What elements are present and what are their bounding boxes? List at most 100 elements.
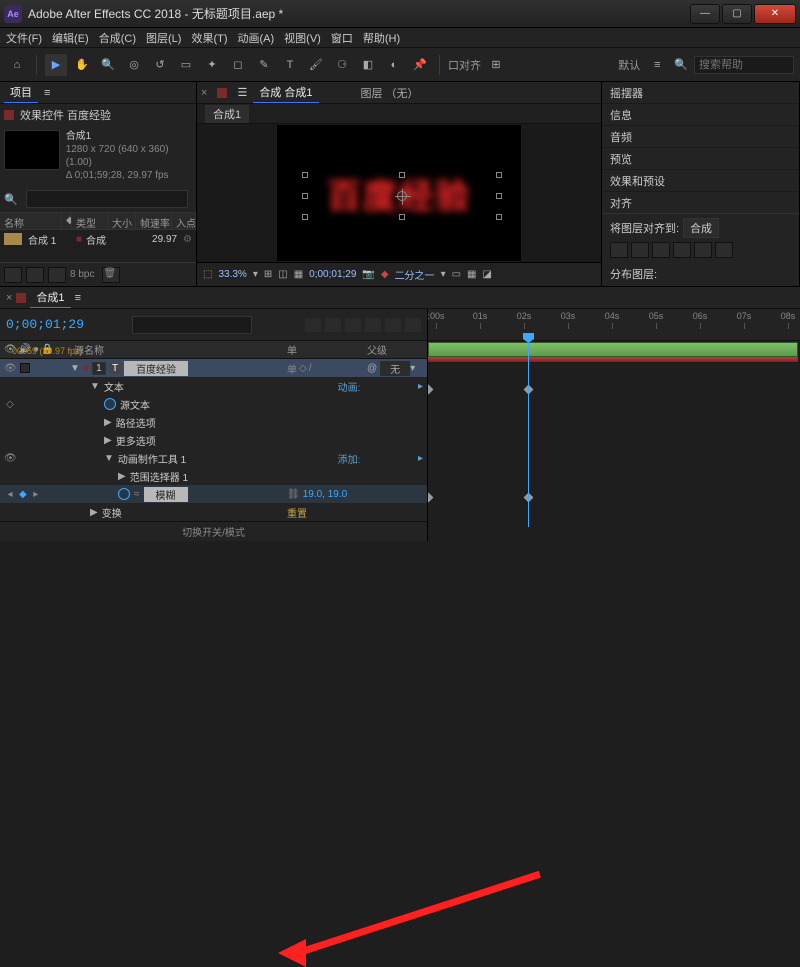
- col-type[interactable]: 类型: [72, 213, 108, 229]
- workspace-label[interactable]: 默认: [618, 57, 640, 73]
- tl-opt-icon[interactable]: [385, 318, 401, 332]
- delete-button[interactable]: 🗑: [102, 267, 120, 283]
- transparency-icon[interactable]: ▦: [467, 269, 476, 280]
- align-top-icon[interactable]: [673, 242, 691, 258]
- animate-button[interactable]: 动画:: [338, 379, 361, 394]
- col-size[interactable]: 大小: [108, 213, 136, 229]
- project-search-input[interactable]: [26, 190, 188, 208]
- puppet-tool-icon[interactable]: 📌: [409, 54, 431, 76]
- settings-icon[interactable]: ⚙: [183, 234, 192, 245]
- solo-toggle[interactable]: [20, 363, 30, 373]
- menu-composition[interactable]: 合成(C): [99, 30, 136, 46]
- parent-dropdown[interactable]: 无: [380, 361, 410, 376]
- hand-tool-icon[interactable]: ✋: [71, 54, 93, 76]
- eye-toggle[interactable]: 👁: [4, 363, 17, 374]
- brush-tool-icon[interactable]: 🖌: [305, 54, 327, 76]
- viewer[interactable]: 百度经验: [197, 124, 601, 262]
- canvas[interactable]: 百度经验: [277, 125, 521, 261]
- link-icon[interactable]: ⛓: [287, 489, 300, 500]
- tab-layer[interactable]: 图层 （无）: [355, 83, 425, 103]
- align-vcenter-icon[interactable]: [694, 242, 712, 258]
- bounding-box[interactable]: [305, 175, 499, 217]
- align-hcenter-icon[interactable]: [631, 242, 649, 258]
- layer-bar-audio[interactable]: [428, 357, 798, 362]
- twirl-icon[interactable]: ▶: [104, 435, 112, 446]
- handle-icon[interactable]: [302, 172, 308, 178]
- align-bottom-icon[interactable]: [715, 242, 733, 258]
- snap-label[interactable]: 口对齐: [448, 57, 481, 73]
- playhead[interactable]: [528, 341, 529, 527]
- 3d-icon[interactable]: ◪: [483, 269, 492, 280]
- grid-icon[interactable]: ▦: [294, 269, 303, 280]
- twirl-icon[interactable]: ▼: [104, 453, 114, 464]
- handle-icon[interactable]: [399, 214, 405, 220]
- res-icon[interactable]: ⊞: [264, 269, 272, 280]
- panel-menu-icon[interactable]: ≡: [75, 292, 81, 304]
- kf-next-icon[interactable]: ▸: [30, 489, 42, 500]
- time-ruler[interactable]: :00s01s02s03s04s05s06s07s08s: [428, 309, 800, 341]
- col-label[interactable]: ◆: [62, 213, 72, 229]
- handle-icon[interactable]: [399, 172, 405, 178]
- keyframe-icon[interactable]: [428, 493, 433, 503]
- tl-opt-icon[interactable]: [325, 318, 341, 332]
- menu-window[interactable]: 窗口: [331, 30, 353, 46]
- nav-icon[interactable]: ×: [201, 87, 207, 99]
- close-button[interactable]: ✕: [754, 4, 796, 24]
- reset-button[interactable]: 重置: [287, 505, 307, 520]
- col-rate[interactable]: 帧速率: [136, 213, 172, 229]
- rotate-tool-icon[interactable]: ↺: [149, 54, 171, 76]
- text-tool-icon[interactable]: T: [279, 54, 301, 76]
- close-tab-icon[interactable]: ×: [6, 292, 12, 304]
- panel-effects[interactable]: 效果和预设: [602, 170, 799, 192]
- tab-composition[interactable]: 合成 合成1: [253, 82, 318, 103]
- help-search-input[interactable]: [694, 56, 794, 74]
- tl-opt-icon[interactable]: [345, 318, 361, 332]
- layer-row[interactable]: 👁 ▼ ■ 1 T 百度经验 单◇/ @ 无 ▾: [0, 359, 427, 377]
- timecode-display[interactable]: 0;00;01;29: [6, 317, 84, 332]
- stamp-tool-icon[interactable]: ⚆: [331, 54, 353, 76]
- anchor-tool-icon[interactable]: ✦: [201, 54, 223, 76]
- pen-tool-icon[interactable]: ✎: [253, 54, 275, 76]
- twirl-icon[interactable]: ▶: [104, 417, 112, 428]
- handle-icon[interactable]: [496, 172, 502, 178]
- add-button[interactable]: 添加:: [338, 451, 361, 466]
- stopwatch-icon[interactable]: [118, 488, 130, 500]
- time-display[interactable]: 0;00;01;29: [309, 269, 356, 280]
- channels-icon[interactable]: ◫: [278, 269, 287, 280]
- new-comp-button[interactable]: [48, 267, 66, 283]
- handle-icon[interactable]: [302, 214, 308, 220]
- menu-view[interactable]: 视图(V): [284, 30, 321, 46]
- zoom-tool-icon[interactable]: 🔍: [97, 54, 119, 76]
- new-folder-button[interactable]: [26, 267, 44, 283]
- keyframe-icon[interactable]: [428, 385, 433, 395]
- add-kf-icon[interactable]: ◆: [19, 489, 27, 500]
- pickwhip-icon[interactable]: @: [367, 363, 377, 374]
- project-item[interactable]: 合成 1 ■ 合成 29.97 ⚙: [0, 230, 196, 248]
- maximize-button[interactable]: ▢: [722, 4, 752, 24]
- menu-effect[interactable]: 效果(T): [191, 30, 227, 46]
- eraser-tool-icon[interactable]: ◧: [357, 54, 379, 76]
- panel-align[interactable]: 对齐: [602, 192, 799, 214]
- align-left-icon[interactable]: [610, 242, 628, 258]
- snap-opt-icon[interactable]: ⊞: [485, 54, 507, 76]
- orbit-tool-icon[interactable]: ◎: [123, 54, 145, 76]
- panel-wiggler[interactable]: 摇摆器: [602, 82, 799, 104]
- col-name[interactable]: 名称: [0, 213, 62, 229]
- stopwatch-icon[interactable]: [104, 398, 116, 410]
- panel-preview[interactable]: 预览: [602, 148, 799, 170]
- layer-bar[interactable]: [428, 342, 798, 357]
- comp-tab[interactable]: 合成1: [205, 105, 249, 123]
- workspace-menu-icon[interactable]: ≡: [646, 54, 668, 76]
- roto-tool-icon[interactable]: ◐: [383, 54, 405, 76]
- twirl-icon[interactable]: ▼: [90, 381, 100, 392]
- minimize-button[interactable]: —: [690, 4, 720, 24]
- expression-icon[interactable]: ≈: [134, 489, 140, 500]
- col-in[interactable]: 入点: [172, 213, 196, 229]
- align-right-icon[interactable]: [652, 242, 670, 258]
- timeline-search-input[interactable]: [132, 316, 252, 334]
- timeline-tab[interactable]: 合成1: [30, 287, 70, 308]
- kf-prev-icon[interactable]: ◂: [4, 489, 16, 500]
- timeline-tracks[interactable]: :00s01s02s03s04s05s06s07s08s: [428, 309, 800, 541]
- handle-icon[interactable]: [496, 193, 502, 199]
- roi-icon[interactable]: ▭: [452, 269, 461, 280]
